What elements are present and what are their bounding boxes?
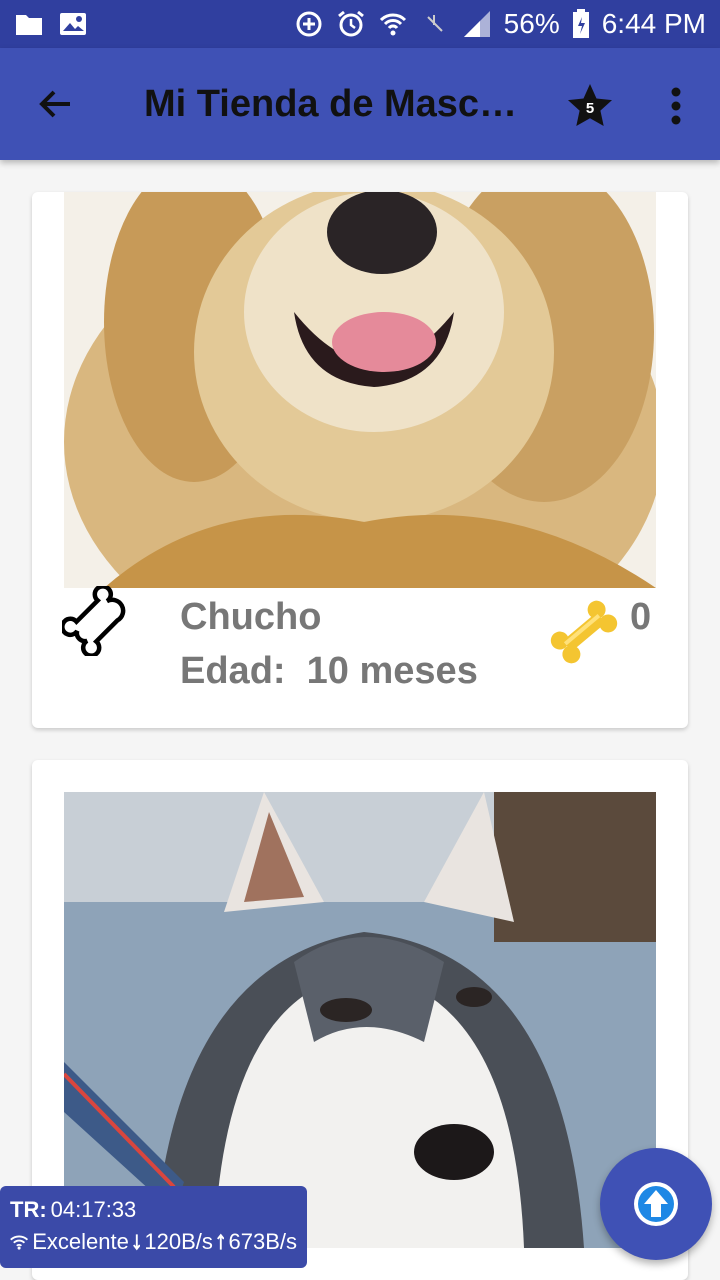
signal-icon bbox=[463, 11, 490, 37]
download-speed: 120B/s bbox=[144, 1229, 213, 1254]
like-count: 0 bbox=[630, 596, 652, 638]
data-saver-icon bbox=[296, 11, 322, 37]
pet-photo-husky bbox=[64, 792, 656, 1248]
bone-outline-icon[interactable] bbox=[62, 586, 132, 656]
timer-label: TR: bbox=[10, 1197, 47, 1222]
connection-quality: Excelente bbox=[32, 1229, 129, 1254]
scroll-top-button[interactable] bbox=[600, 1148, 712, 1260]
pet-name: Chucho bbox=[180, 596, 322, 638]
network-monitor-overlay[interactable]: TR: 04:17:33 Excelente 120B/s 673B/s bbox=[0, 1186, 307, 1268]
battery-icon bbox=[572, 9, 589, 38]
status-bar: 56% 6:44 PM bbox=[0, 0, 720, 48]
network-speed-row: Excelente 120B/s 673B/s bbox=[10, 1226, 297, 1258]
app-bar: Mi Tienda de Masc… 5 bbox=[0, 48, 720, 160]
star-count: 5 bbox=[586, 100, 594, 117]
timer-value: 04:17:33 bbox=[50, 1197, 137, 1222]
page-title: Mi Tienda de Masc… bbox=[144, 82, 518, 125]
download-arrow-icon bbox=[132, 1234, 141, 1251]
wifi-icon bbox=[10, 1235, 29, 1250]
pet-age: Edad: 10 meses bbox=[180, 650, 478, 692]
image-icon bbox=[60, 13, 86, 35]
pet-photo-golden-retriever bbox=[64, 192, 656, 588]
clock: 6:44 PM bbox=[601, 8, 706, 39]
mute-icon bbox=[426, 15, 443, 32]
battery-percent: 56% bbox=[503, 8, 560, 39]
wifi-icon bbox=[379, 13, 406, 36]
favorites-button[interactable]: 5 bbox=[562, 78, 618, 134]
status-left bbox=[14, 9, 88, 39]
more-vert-icon bbox=[671, 87, 681, 125]
back-button[interactable] bbox=[0, 48, 112, 160]
upload-speed: 673B/s bbox=[228, 1229, 297, 1254]
status-right: 56% 6:44 PM bbox=[294, 8, 706, 40]
folder-icon bbox=[16, 15, 42, 35]
arrow-up-circle-icon bbox=[634, 1182, 678, 1226]
star-icon: 5 bbox=[568, 84, 612, 126]
upload-arrow-icon bbox=[216, 1233, 225, 1250]
pet-card[interactable]: Chucho Edad: 10 meses 0 bbox=[32, 192, 688, 728]
bone-gold-icon bbox=[550, 600, 618, 664]
alarm-icon bbox=[337, 10, 364, 37]
overflow-menu-button[interactable] bbox=[652, 78, 700, 134]
back-arrow-icon bbox=[39, 90, 70, 118]
network-timer-row: TR: 04:17:33 bbox=[10, 1194, 297, 1226]
